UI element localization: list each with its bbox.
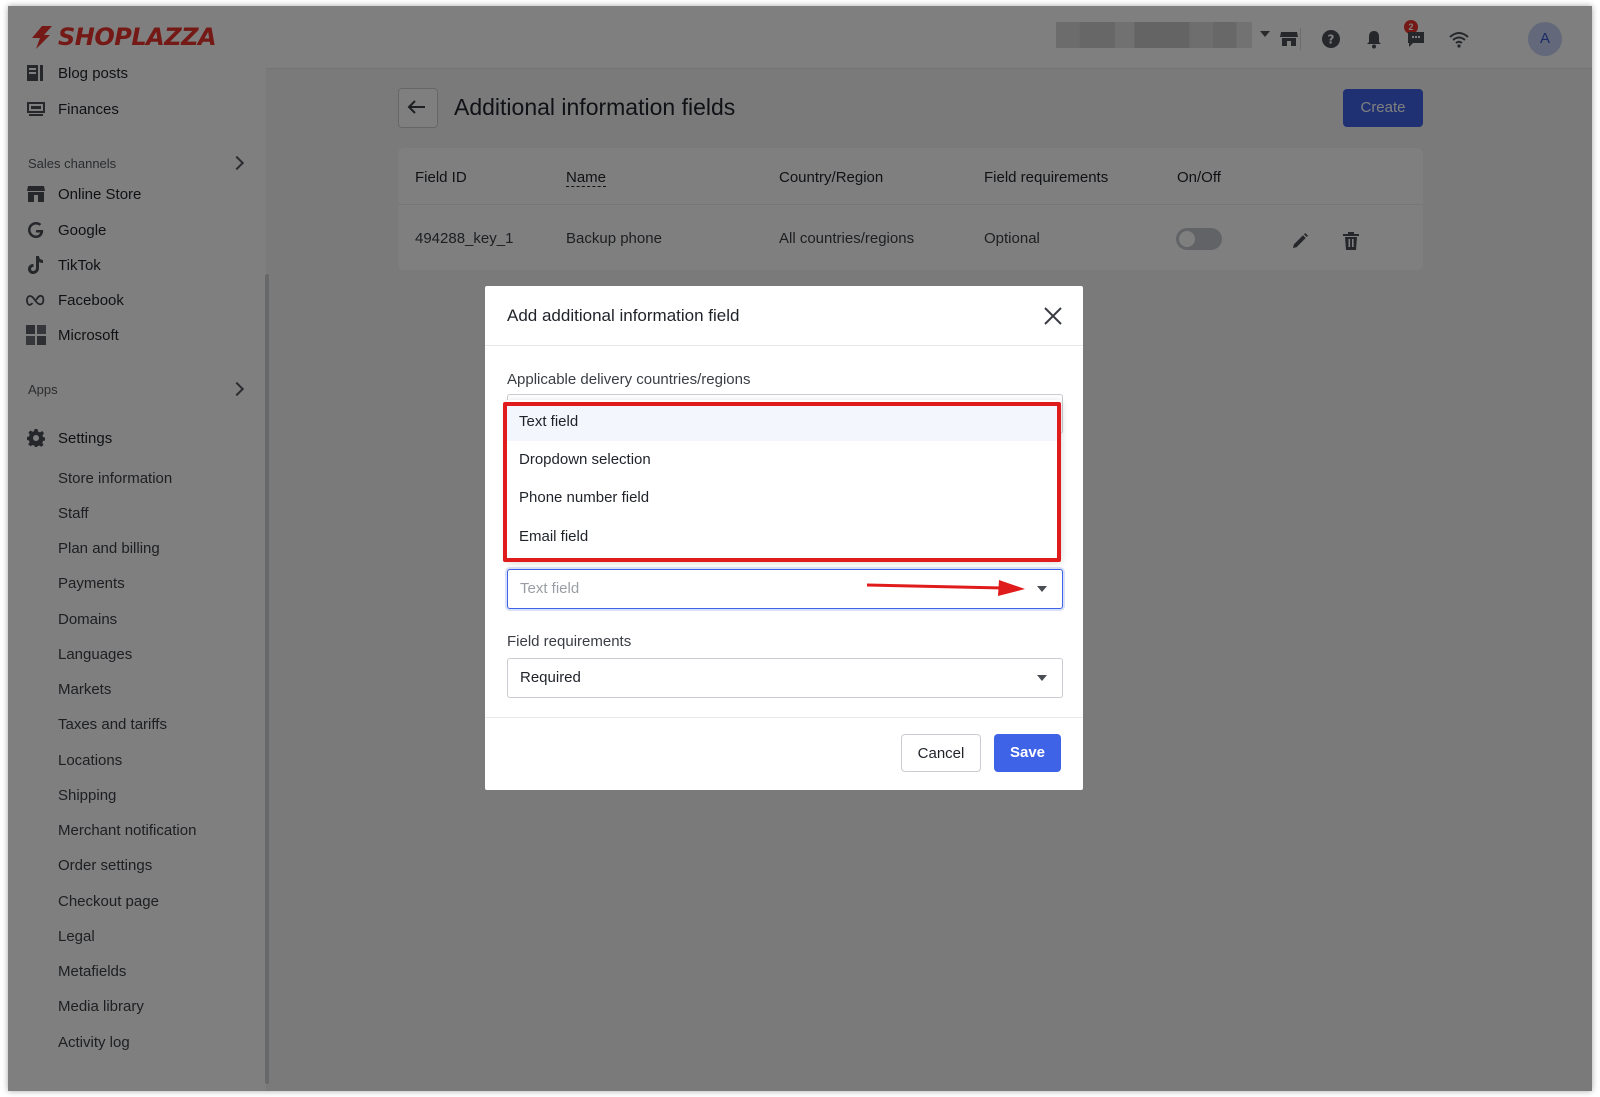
modal-footer-divider <box>485 717 1083 718</box>
close-icon[interactable] <box>1041 304 1065 328</box>
add-field-modal: Add additional information field Applica… <box>485 286 1083 790</box>
app-window: SHOPLAZZA ? 2 A Blog posts <box>8 6 1592 1091</box>
countries-label: Applicable delivery countries/regions <box>507 371 751 388</box>
requirements-select[interactable]: Required <box>507 658 1063 698</box>
red-arrow-annotation <box>866 580 1025 596</box>
cancel-button[interactable]: Cancel <box>901 734 981 772</box>
highlight-box <box>503 402 1061 562</box>
modal-title: Add additional information field <box>507 306 740 325</box>
save-button[interactable]: Save <box>994 734 1061 772</box>
caret-down-icon <box>1037 675 1047 681</box>
field-type-placeholder: Text field <box>520 580 580 597</box>
caret-down-icon <box>1037 586 1047 592</box>
requirements-value: Required <box>520 669 581 686</box>
modal-header-divider <box>485 345 1083 346</box>
requirements-label: Field requirements <box>507 633 632 650</box>
